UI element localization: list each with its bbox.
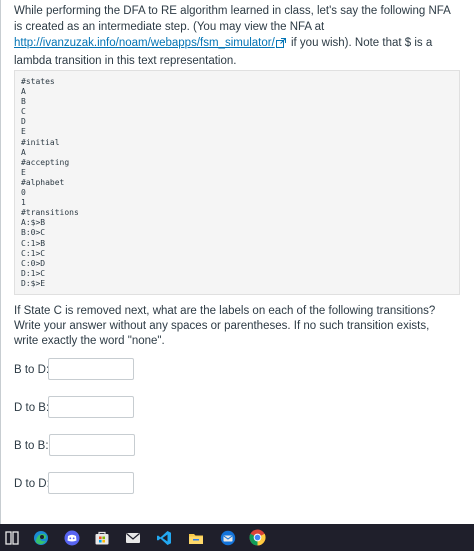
d-to-b-input[interactable] — [48, 396, 134, 418]
answer-row-b-to-b: B to B: — [14, 434, 214, 460]
edge-icon[interactable] — [32, 529, 49, 546]
answer-row-d-to-b: D to B: — [14, 396, 214, 422]
quiz-page: While performing the DFA to RE algorithm… — [0, 0, 460, 524]
chrome-icon[interactable] — [249, 529, 266, 546]
nfa-text: #states A B C D E #initial A #accepting … — [21, 77, 79, 288]
vscode-icon[interactable] — [155, 529, 172, 546]
b-to-d-input[interactable] — [48, 358, 134, 380]
answer-label: D to D: — [14, 478, 50, 490]
b-to-b-input[interactable] — [49, 434, 135, 456]
discord-icon[interactable] — [63, 529, 80, 546]
answer-row-d-to-d: D to D: — [14, 472, 214, 498]
file-explorer-icon[interactable] — [187, 529, 204, 546]
nfa-code-block: #states A B C D E #initial A #accepting … — [14, 70, 460, 295]
task-view-icon[interactable] — [3, 529, 20, 546]
answer-row-b-to-d: B to D: — [14, 358, 214, 384]
question-intro: While performing the DFA to RE algorithm… — [14, 3, 454, 69]
answer-label: B to B: — [14, 440, 49, 452]
external-link-icon — [275, 37, 286, 53]
answer-label: B to D: — [14, 364, 50, 376]
nfa-simulator-link[interactable]: http://ivanzuzak.info/noam/webapps/fsm_s… — [14, 37, 275, 49]
d-to-d-input[interactable] — [48, 472, 134, 494]
question-text: If State C is removed next, what are the… — [14, 305, 436, 347]
answer-label: D to B: — [14, 402, 50, 414]
mail-icon[interactable] — [124, 529, 141, 546]
microsoft-store-icon[interactable] — [93, 529, 110, 546]
thunderbird-icon[interactable] — [219, 529, 236, 546]
intro-text: While performing the DFA to RE algorithm… — [14, 5, 451, 33]
windows-taskbar — [0, 524, 474, 551]
